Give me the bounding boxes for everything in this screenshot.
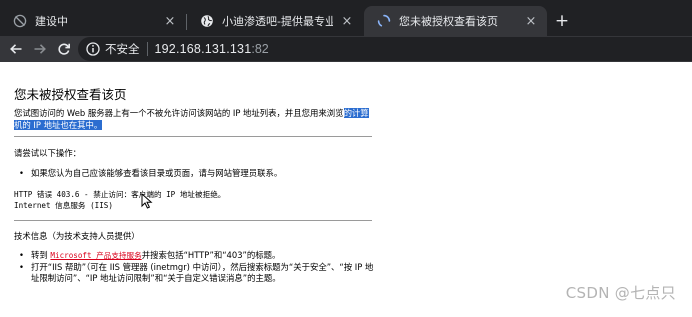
tab-3-close-icon[interactable]: × — [523, 13, 539, 29]
mouse-cursor-icon — [141, 193, 153, 209]
tab-1[interactable]: 建设中 × — [0, 6, 186, 36]
forward-button[interactable] — [30, 39, 50, 59]
reload-icon — [58, 43, 70, 55]
try-item: 如果您认为自己应该能够查看该目录或页面，请与网站管理员联系。 — [14, 168, 376, 180]
arrow-right-icon — [34, 44, 46, 54]
divider-2 — [14, 220, 372, 221]
tab-strip: 建设中 × 小迪渗透吧-提供最专业的渗透测 × 您未被授权查看该页 × + — [0, 0, 692, 36]
try-list: 如果您认为自己应该能够查看该目录或页面，请与网站管理员联系。 — [14, 168, 376, 180]
microsoft-support-link[interactable]: Microsoft 产品支持服务 — [50, 251, 141, 260]
url-port[interactable]: :82 — [251, 42, 268, 56]
tech-item-support-post: 并搜索包括“HTTP”和“403”的标题。 — [141, 250, 281, 260]
address-bar[interactable]: 不安全 192.168.131.131:82 — [78, 37, 692, 61]
tab-2[interactable]: 小迪渗透吧-提供最专业的渗透测 × — [187, 6, 363, 36]
tab-2-title: 小迪渗透吧-提供最专业的渗透测 — [222, 15, 333, 28]
reload-button[interactable] — [54, 39, 74, 59]
back-button[interactable] — [6, 39, 26, 59]
tech-list: 转到 Microsoft 产品支持服务并搜索包括“HTTP”和“403”的标题。… — [14, 250, 376, 285]
iis-service-line: Internet 信息服务 (IIS) — [14, 201, 113, 210]
http-error-line: HTTP 错误 403.6 - 禁止访问：客户端的 IP 地址被拒绝。 — [14, 190, 226, 199]
not-secure-label[interactable]: 不安全 — [105, 41, 140, 57]
try-heading: 请尝试以下操作： — [14, 148, 81, 158]
tab-3-title: 您未被授权查看该页 — [399, 15, 498, 28]
arrow-left-icon — [10, 44, 22, 54]
globe-crossed-icon — [13, 14, 27, 28]
new-tab-button[interactable]: + — [552, 11, 572, 31]
tab-2-close-icon[interactable]: × — [339, 13, 355, 29]
error-intro-text: 您试图访问的 Web 服务器上有一个不被允许访问该网站的 IP 地址列表，并且您… — [14, 108, 344, 118]
tab-1-title: 建设中 — [35, 15, 68, 28]
url-host[interactable]: 192.168.131.131 — [155, 42, 252, 56]
loading-spinner-icon — [377, 14, 391, 27]
globe-icon — [201, 15, 213, 27]
csdn-watermark: CSDN @七点只 — [565, 284, 676, 302]
info-icon[interactable] — [86, 42, 100, 56]
error-intro: 您试图访问的 Web 服务器上有一个不被允许访问该网站的 IP 地址列表，并且您… — [14, 108, 376, 131]
navigation-bar: 不安全 192.168.131.131:82 — [0, 36, 692, 62]
tech-heading: 技术信息（为技术支持人员提供） — [14, 231, 140, 241]
tab-1-close-icon[interactable]: × — [162, 13, 178, 29]
tech-item-support-pre: 转到 — [31, 250, 51, 260]
tech-item-help: 打开“IIS 帮助”（可在 IIS 管理器 (inetmgr) 中访问），然后搜… — [14, 262, 376, 285]
address-divider — [146, 42, 148, 56]
tab-3-active[interactable]: 您未被授权查看该页 × — [364, 6, 547, 36]
page-content: 您未被授权查看该页 您试图访问的 Web 服务器上有一个不被允许访问该网站的 I… — [0, 62, 692, 317]
divider-1 — [14, 136, 372, 137]
error-title: 您未被授权查看该页 — [14, 87, 127, 102]
tech-item-support: 转到 Microsoft 产品支持服务并搜索包括“HTTP”和“403”的标题。 — [14, 250, 376, 262]
